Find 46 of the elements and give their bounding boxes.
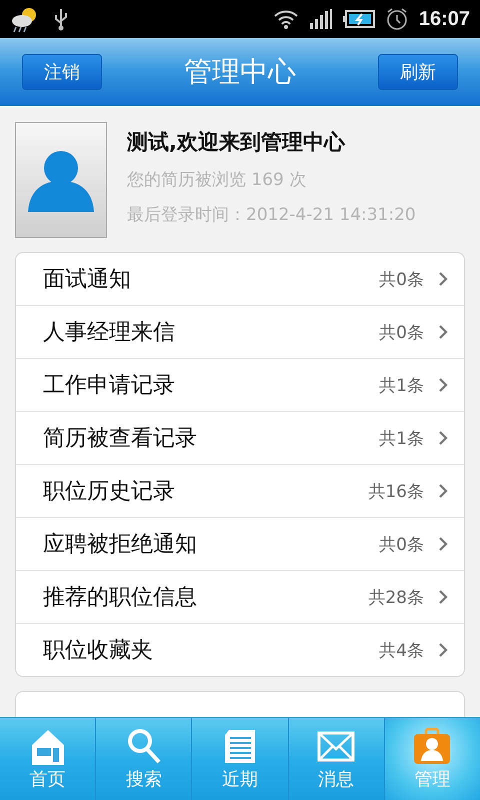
clock-time: 16:07	[418, 8, 470, 30]
chevron-right-icon	[438, 483, 448, 499]
menu-item-label: 工作申请记录	[43, 372, 175, 400]
item-count: 共0条	[379, 322, 424, 344]
menu-item[interactable]: 职位历史记录 共16条	[16, 465, 464, 518]
menu-item[interactable]: 应聘被拒绝通知 共0条	[16, 518, 464, 571]
menu-item[interactable]: 工作申请记录 共1条	[16, 359, 464, 412]
battery-icon	[342, 9, 375, 29]
item-count: 共0条	[379, 534, 424, 556]
usb-icon	[54, 7, 68, 31]
chevron-right-icon	[438, 536, 448, 552]
menu-item[interactable]: 面试通知 共0条	[16, 253, 464, 306]
refresh-button[interactable]: 刷新	[378, 54, 458, 90]
item-count: 共4条	[379, 640, 424, 662]
last-login-text: 最后登录时间：2012-4-21 14:31:20	[127, 204, 416, 226]
menu-item-label: 推荐的职位信息	[43, 584, 197, 612]
menu-item[interactable]: 人事经理来信 共0条	[16, 306, 464, 359]
item-count: 共28条	[368, 586, 424, 608]
menu-item[interactable]: 职位收藏夹 共4条	[16, 624, 464, 676]
view-count-text: 您的简历被浏览 169 次	[127, 169, 308, 191]
menu-item-label: 职位历史记录	[43, 478, 175, 506]
menu-item-label: 面试通知	[43, 266, 131, 294]
briefcase-person-icon	[413, 727, 452, 765]
chevron-right-icon	[438, 430, 448, 446]
chevron-right-icon	[438, 589, 448, 605]
menu-item-label: 简历被查看记录	[43, 425, 197, 453]
menu-item-label: 职位收藏夹	[43, 637, 153, 665]
menu-item-label: 人事经理来信	[43, 319, 175, 347]
screen-title: 管理中心	[184, 54, 296, 90]
item-count: 共16条	[368, 480, 424, 502]
chevron-right-icon	[438, 324, 448, 340]
signal-icon	[308, 8, 333, 30]
chevron-right-icon	[438, 642, 448, 658]
wifi-icon	[272, 8, 299, 30]
menu-item[interactable]: 简历被查看记录 共1条	[16, 412, 464, 465]
item-count: 共0条	[379, 268, 424, 290]
logout-button[interactable]: 注销	[22, 54, 102, 90]
menu-item[interactable]: 推荐的职位信息 共28条	[16, 571, 464, 624]
welcome-text: 测试,欢迎来到管理中心	[127, 129, 346, 156]
person-silhouette-icon	[28, 148, 94, 212]
alarm-clock-icon	[384, 7, 409, 31]
item-count: 共1条	[379, 428, 424, 450]
item-count: 共1条	[379, 374, 424, 396]
chevron-right-icon	[438, 271, 448, 287]
menu-item-label: 应聘被拒绝通知	[43, 531, 197, 559]
chevron-right-icon	[438, 377, 448, 393]
